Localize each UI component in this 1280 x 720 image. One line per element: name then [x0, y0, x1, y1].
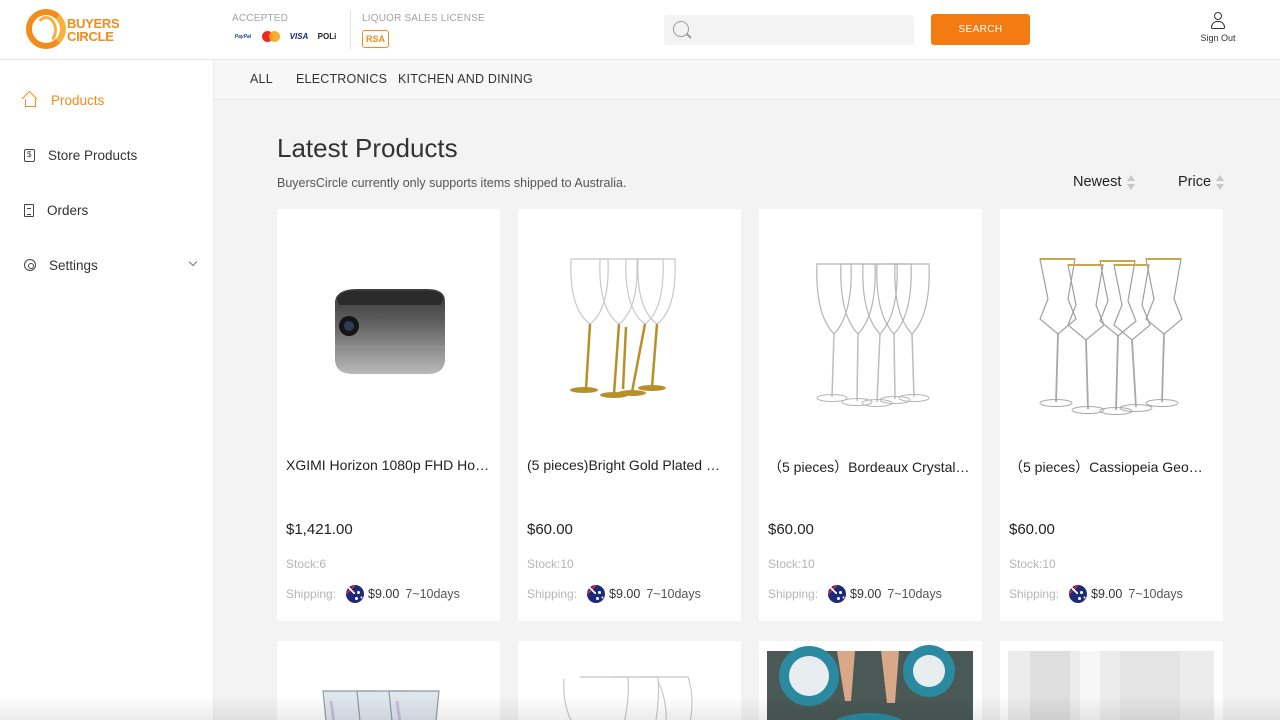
sidebar-item-label: Orders [47, 202, 89, 218]
shipping-days: 7~10days [405, 587, 460, 601]
sidebar-item-label: Products [51, 92, 105, 108]
cassiopeia-glasses-image [1039, 258, 1183, 415]
shipping-label: Shipping: [1009, 587, 1060, 601]
dinnerware-image [767, 645, 973, 720]
divider [350, 10, 351, 50]
stemless-glasses-image [563, 676, 693, 720]
home-icon [25, 98, 36, 107]
product-shipping: Shipping: $9.00 7~10days [527, 585, 701, 603]
product-name: XGIMI Horizon 1080p FHD Home Projector [286, 457, 491, 473]
sidebar-item-label: Settings [49, 257, 98, 273]
visa-icon: VISA [289, 32, 309, 41]
user-icon [1210, 12, 1226, 30]
sort-price[interactable]: Price [1178, 174, 1224, 190]
product-stock: Stock:6 [286, 557, 327, 571]
search-button[interactable]: SEARCH [931, 14, 1030, 45]
product-card[interactable] [759, 641, 982, 720]
bag-icon [24, 148, 35, 162]
australia-flag-icon [828, 585, 847, 603]
bordeaux-glasses-image [816, 263, 930, 407]
mastercard-icon [260, 30, 282, 43]
product-stock: Stock:10 [768, 557, 815, 571]
rsa-badge: RSA [362, 30, 389, 48]
shipping-label: Shipping: [768, 587, 819, 601]
curtain-room-image [1008, 651, 1214, 720]
australia-flag-icon [1069, 585, 1088, 603]
sort-newest-label: Newest [1073, 174, 1122, 190]
sidebar: Products Store Products Orders Settings [0, 60, 214, 720]
page-title: Latest Products [277, 133, 458, 163]
search-icon [673, 21, 689, 37]
shipping-days: 7~10days [887, 587, 942, 601]
sidebar-item-products[interactable]: Products [24, 90, 104, 110]
tab-all[interactable]: ALL [250, 72, 273, 86]
sort-arrows-icon [1127, 175, 1135, 191]
australia-flag-icon [346, 585, 365, 603]
top-header: BUYERS CIRCLE ACCEPTED PayPal VISA POLi … [0, 0, 1280, 60]
tab-kitchen-and-dining[interactable]: KITCHEN AND DINING [398, 72, 533, 86]
product-card[interactable] [1000, 641, 1223, 720]
sort-price-label: Price [1178, 174, 1212, 190]
search-input[interactable] [698, 19, 903, 41]
product-shipping: Shipping: $9.00 7~10days [768, 585, 942, 603]
product-card[interactable] [518, 641, 741, 720]
accepted-payments: ACCEPTED PayPal VISA POLi [232, 13, 336, 42]
sort-arrows-icon [1216, 175, 1224, 191]
search-box [664, 15, 914, 45]
product-name: （5 pieces）Cassiopeia Geometric Wine Glas… [1009, 459, 1214, 475]
product-stock: Stock:10 [527, 557, 574, 571]
product-stock: Stock:10 [1009, 557, 1056, 571]
shipping-cost: $9.00 [368, 587, 400, 601]
product-card[interactable]: (5 pieces)Bright Gold Plated Wine Glasse… [518, 209, 741, 621]
product-card[interactable]: （5 pieces）Bordeaux Crystal Wine Glasses … [759, 209, 982, 621]
shipping-cost: $9.00 [1091, 587, 1123, 601]
tab-electronics[interactable]: ELECTRONICS [296, 72, 387, 86]
buyers-circle-logo[interactable]: BUYERS CIRCLE [26, 9, 126, 51]
product-price: $60.00 [1009, 521, 1055, 538]
chevron-down-icon [188, 257, 198, 267]
shipping-label: Shipping: [286, 587, 337, 601]
glass-tumblers-image [322, 690, 440, 720]
sign-out-button[interactable]: Sign Out [1198, 12, 1238, 48]
logo-text-line2: CIRCLE [67, 29, 114, 44]
sidebar-item-orders[interactable]: Orders [24, 200, 88, 220]
shipping-label: Shipping: [527, 587, 578, 601]
sidebar-item-label: Store Products [48, 147, 138, 163]
poli-icon: POLi [317, 32, 337, 41]
product-price: $60.00 [768, 521, 814, 538]
product-shipping: Shipping: $9.00 7~10days [286, 585, 460, 603]
gold-wine-glasses-image [570, 258, 676, 398]
product-price: $60.00 [527, 521, 573, 538]
accepted-label: ACCEPTED [232, 13, 289, 24]
shipping-cost: $9.00 [609, 587, 641, 601]
australia-flag-icon [587, 585, 606, 603]
product-name: （5 pieces）Bordeaux Crystal Wine Glasses [768, 459, 973, 475]
product-name: (5 pieces)Bright Gold Plated Wine Glasse… [527, 457, 732, 473]
product-shipping: Shipping: $9.00 7~10days [1009, 585, 1183, 603]
liquor-license-label: LIQUOR SALES LICENSE [362, 13, 485, 24]
sort-newest[interactable]: Newest [1073, 174, 1135, 190]
category-tabs: ALL ELECTRONICS KITCHEN AND DINING [214, 60, 1280, 100]
paypal-icon: PayPal [234, 33, 252, 40]
product-card[interactable]: XGIMI Horizon 1080p FHD Home Projector $… [277, 209, 500, 621]
sidebar-item-store-products[interactable]: Store Products [24, 145, 137, 165]
page-subtitle: BuyersCircle currently only supports ite… [277, 176, 627, 190]
shipping-days: 7~10days [646, 587, 701, 601]
gear-icon [24, 259, 36, 271]
projector-image [335, 289, 445, 374]
shipping-cost: $9.00 [850, 587, 882, 601]
sign-out-label: Sign Out [1200, 33, 1236, 43]
liquor-license: LIQUOR SALES LICENSE RSA [362, 13, 485, 48]
product-card[interactable]: （5 pieces）Cassiopeia Geometric Wine Glas… [1000, 209, 1223, 621]
document-icon [24, 203, 34, 217]
sidebar-item-settings[interactable]: Settings [24, 255, 200, 275]
shipping-days: 7~10days [1128, 587, 1183, 601]
product-price: $1,421.00 [286, 521, 353, 538]
product-card[interactable] [277, 641, 500, 720]
